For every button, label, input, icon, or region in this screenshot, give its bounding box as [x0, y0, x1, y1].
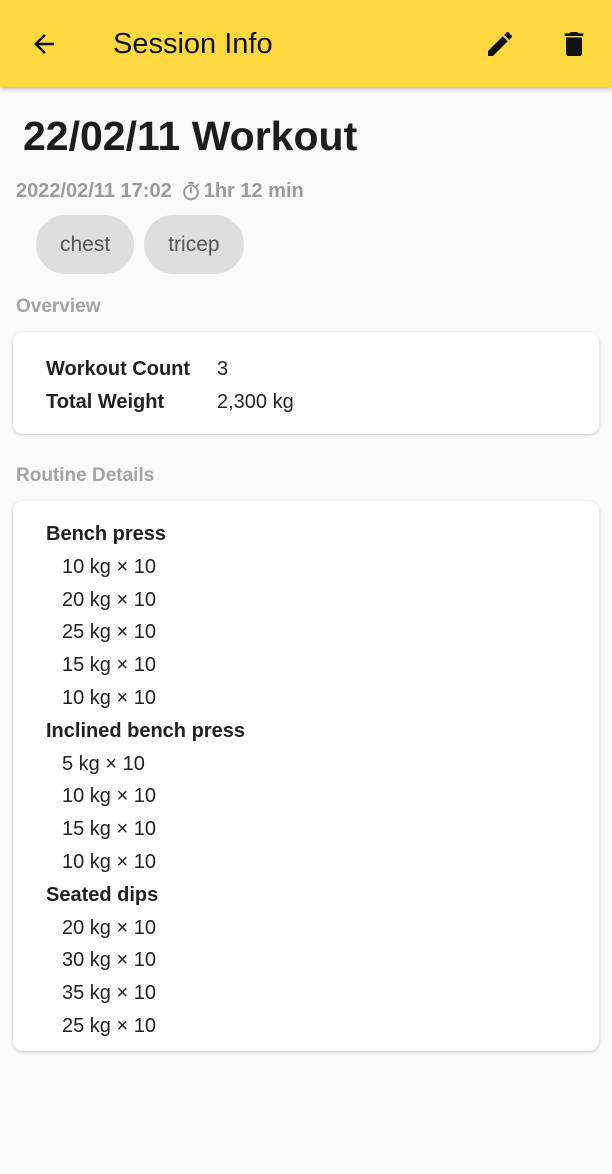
session-datetime: 2022/02/11 17:02 — [16, 179, 172, 202]
tag-chips: chest tricep — [36, 215, 254, 274]
timer-icon — [180, 180, 202, 202]
overview-key: Total Weight — [46, 391, 165, 413]
edit-button[interactable] — [478, 22, 522, 66]
set-item: 5 kg × 10 — [62, 752, 145, 775]
session-meta: 2022/02/11 17:02 1hr 12 min — [16, 176, 304, 206]
set-item: 10 kg × 10 — [62, 555, 156, 578]
back-button[interactable] — [22, 22, 66, 66]
overview-row-total-weight: Total Weight 2,300 kg — [46, 386, 294, 419]
set-item: 25 kg × 10 — [62, 621, 156, 644]
exercise-name: Inclined bench press — [46, 719, 245, 742]
set-item: 15 kg × 10 — [62, 818, 156, 841]
set-item: 10 kg × 10 — [62, 785, 156, 808]
overview-heading: Overview — [16, 296, 101, 317]
set-item: 20 kg × 10 — [62, 588, 156, 611]
tag-chip[interactable]: chest — [36, 215, 135, 274]
delete-button[interactable] — [552, 22, 596, 66]
overview-key: Workout Count — [46, 358, 191, 380]
overview-value: 2,300 kg — [217, 391, 294, 413]
routine-heading: Routine Details — [16, 465, 155, 486]
set-item: 20 kg × 10 — [62, 916, 156, 939]
set-item: 10 kg × 10 — [62, 686, 156, 709]
routine-card: Bench press 10 kg × 10 20 kg × 10 25 kg … — [13, 501, 599, 1051]
app-bar-title: Session Info — [113, 28, 273, 60]
set-item: 25 kg × 10 — [62, 1014, 156, 1037]
exercise-name: Bench press — [46, 523, 167, 545]
set-item: 15 kg × 10 — [62, 654, 156, 677]
tag-chip[interactable]: tricep — [144, 215, 244, 274]
exercise-name: Seated dips — [46, 883, 159, 906]
session-title: 22/02/11 Workout — [23, 113, 358, 159]
app-bar: Session Info — [0, 0, 612, 87]
overview-row-workout-count: Workout Count 3 — [46, 353, 228, 386]
pencil-icon — [488, 31, 513, 56]
set-item: 35 kg × 10 — [62, 982, 156, 1005]
overview-value: 3 — [217, 358, 229, 380]
arrow-back-icon — [34, 34, 54, 54]
session-duration: 1hr 12 min — [203, 179, 304, 202]
trash-icon — [564, 32, 584, 56]
routine-list: Bench press 10 kg × 10 20 kg × 10 25 kg … — [13, 501, 599, 1043]
overview-card: Workout Count 3 Total Weight 2,300 kg — [13, 332, 599, 434]
set-item: 10 kg × 10 — [62, 850, 156, 873]
set-item: 30 kg × 10 — [62, 949, 156, 972]
